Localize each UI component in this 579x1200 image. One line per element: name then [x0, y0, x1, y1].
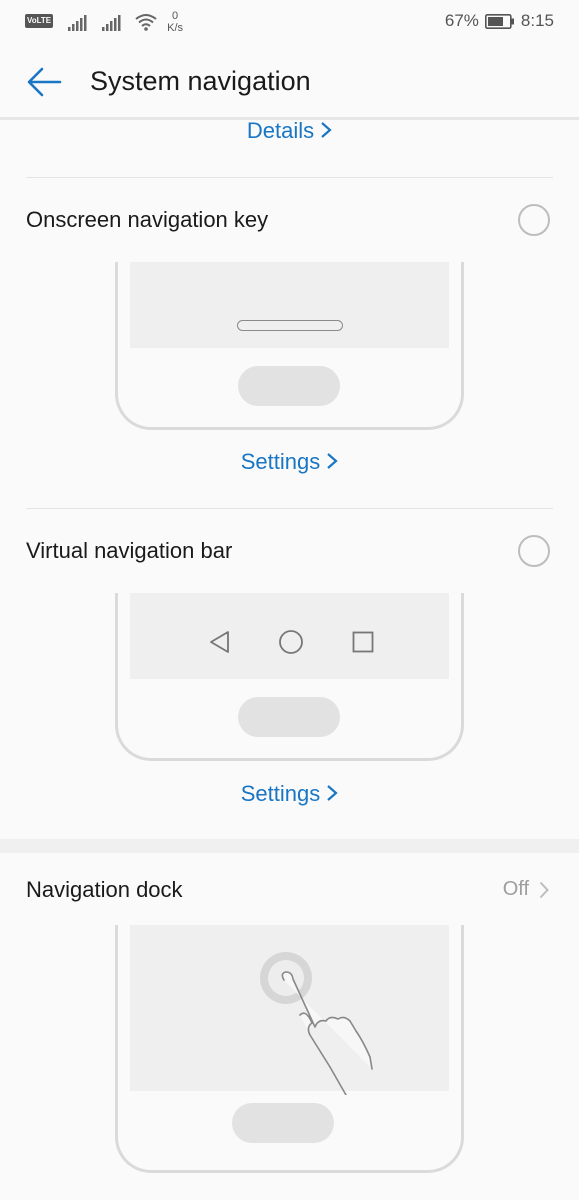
navigation-dock-illustration	[115, 925, 464, 1173]
volte-badge: VoLTE	[25, 14, 54, 28]
home-button	[238, 366, 340, 406]
chevron-right-icon	[539, 881, 549, 898]
signal-icon-2	[102, 15, 121, 31]
status-bar: VoLTE 0 K/s 67% 8:15	[0, 0, 579, 44]
battery-icon	[484, 13, 514, 29]
net-speed: 0 K/s	[167, 10, 183, 34]
page-title: System navigation	[90, 66, 311, 96]
home-circle-icon	[279, 630, 303, 654]
settings-link-label: Settings	[240, 781, 321, 806]
onscreen-key-radio[interactable]	[518, 204, 550, 236]
onscreen-key-title: Onscreen navigation key	[26, 207, 269, 232]
home-button	[238, 697, 340, 737]
signal-icon	[68, 15, 87, 31]
virtual-bar-illustration	[115, 593, 464, 761]
details-link-label: Details	[246, 118, 315, 143]
wifi-icon	[135, 14, 157, 31]
virtual-bar-title: Virtual navigation bar	[26, 538, 233, 563]
hand-tap-icon	[260, 952, 373, 1095]
virtual-bar-settings-link[interactable]: Settings	[0, 781, 579, 807]
clock: 8:15	[520, 11, 554, 30]
chevron-right-icon	[321, 122, 332, 139]
navigation-dock-value: Off	[503, 878, 549, 901]
settings-link-label: Settings	[240, 449, 321, 474]
back-triangle-icon	[210, 631, 229, 653]
divider	[26, 508, 553, 509]
back-arrow-icon[interactable]	[24, 64, 64, 100]
phone-screen	[130, 262, 449, 348]
battery-percent: 67%	[444, 11, 479, 30]
app-header: System navigation	[0, 44, 579, 120]
chevron-right-icon	[327, 453, 338, 470]
phone-screen	[130, 925, 449, 1095]
gesture-bar-icon	[237, 320, 343, 331]
chevron-right-icon	[327, 785, 338, 802]
recents-square-icon	[352, 631, 374, 653]
navigation-dock-row[interactable]: Navigation dock Off	[0, 853, 579, 923]
details-link[interactable]: Details	[0, 118, 579, 144]
onscreen-key-illustration	[115, 262, 464, 430]
onscreen-key-settings-link[interactable]: Settings	[0, 449, 579, 475]
virtual-bar-radio[interactable]	[518, 535, 550, 567]
section-divider	[0, 839, 579, 853]
phone-screen	[130, 593, 449, 679]
net-speed-value: 0	[172, 10, 179, 22]
navigation-dock-status: Off	[502, 878, 529, 900]
navigation-dock-title: Navigation dock	[26, 877, 183, 902]
home-button	[232, 1103, 334, 1143]
net-speed-unit: K/s	[167, 22, 184, 34]
divider	[26, 177, 553, 178]
